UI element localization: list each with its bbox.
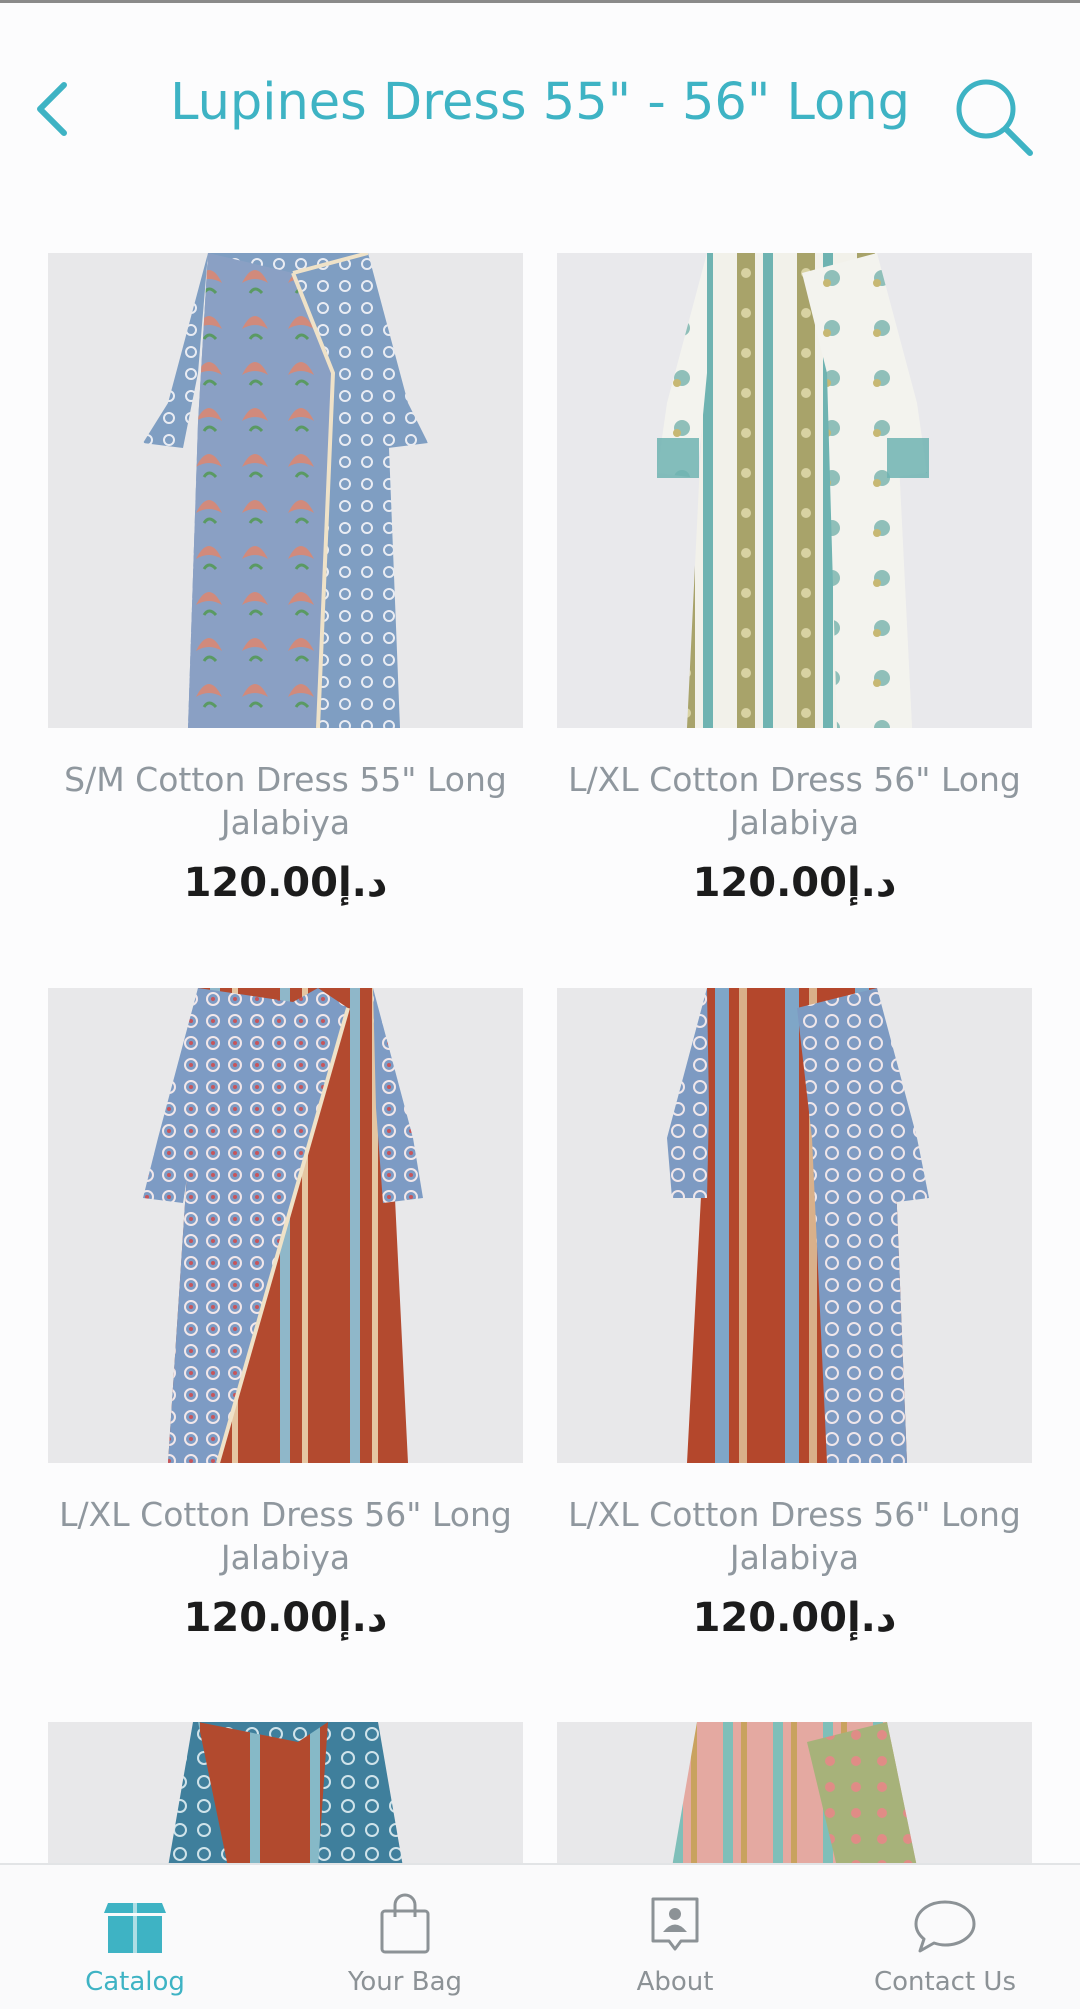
dress-photo [48,1722,523,1867]
product-price: د.إ120.00 [692,1595,897,1641]
product-image[interactable] [48,1722,523,1867]
chevron-left-icon [37,82,67,136]
product-price: د.إ120.00 [692,860,897,906]
chat-bubble-icon [914,1900,976,1953]
tab-label: Contact Us [874,1967,1016,1997]
tab-contact-us[interactable]: Contact Us [810,1865,1080,2009]
product-card[interactable] [557,1722,1032,1867]
tab-your-bag[interactable]: Your Bag [270,1865,540,2009]
app-header: Lupines Dress 55" - 56" Long [0,3,1080,203]
product-image[interactable] [557,988,1032,1463]
product-name: S/M Cotton Dress 55" Long Jalabiya [64,760,507,842]
product-image[interactable] [557,1722,1032,1867]
back-button[interactable] [22,69,82,149]
dress-photo [557,988,1032,1463]
product-image[interactable] [48,253,523,728]
dress-photo [48,988,523,1463]
product-card[interactable]: L/XL Cotton Dress 56" Long Jalabiya د.إ1… [557,988,1032,1641]
tab-catalog[interactable]: Catalog [0,1865,270,2009]
product-card[interactable]: S/M Cotton Dress 55" Long Jalabiya د.إ12… [48,253,523,906]
page-title: Lupines Dress 55" - 56" Long [170,73,910,132]
product-card[interactable]: L/XL Cotton Dress 56" Long Jalabiya د.إ1… [557,253,1032,906]
tab-about[interactable]: About [540,1865,810,2009]
search-icon [956,79,1033,156]
product-image[interactable] [557,253,1032,728]
contact-card-icon [651,1897,699,1951]
search-button[interactable] [950,73,1040,163]
tab-label: About [636,1967,714,1997]
tab-label: Your Bag [347,1967,463,1997]
bottom-tab-bar: Catalog Your Bag About Contact Us [0,1863,1080,2009]
product-price: د.إ120.00 [183,860,388,906]
product-image[interactable] [48,988,523,1463]
product-card[interactable] [48,1722,523,1867]
product-price: د.إ120.00 [183,1595,388,1641]
product-card[interactable]: L/XL Cotton Dress 56" Long Jalabiya د.إ1… [48,988,523,1641]
product-name: L/XL Cotton Dress 56" Long Jalabiya [568,760,1021,842]
shopping-bag-icon [380,1893,430,1954]
box-icon [104,1903,166,1953]
product-name: L/XL Cotton Dress 56" Long Jalabiya [59,1495,512,1577]
dress-photo [557,253,1032,728]
dress-photo [557,1722,1032,1867]
dress-photo [48,253,523,728]
tab-label: Catalog [85,1967,185,1997]
product-name: L/XL Cotton Dress 56" Long Jalabiya [568,1495,1021,1577]
